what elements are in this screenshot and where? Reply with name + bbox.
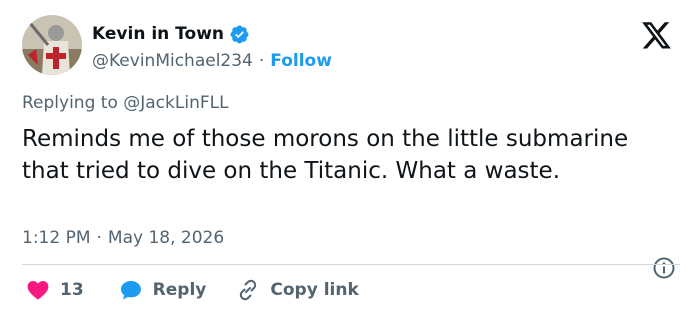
reply-button[interactable]: Reply bbox=[119, 278, 207, 302]
avatar[interactable] bbox=[22, 15, 82, 75]
tweet-card: Kevin in Town @KevinMichael234 · Follow … bbox=[0, 0, 700, 318]
like-button[interactable]: 13 bbox=[26, 278, 84, 302]
divider bbox=[22, 264, 680, 265]
x-logo-icon[interactable] bbox=[642, 22, 672, 50]
verified-badge-icon bbox=[229, 24, 250, 45]
separator-dot: · bbox=[258, 51, 265, 71]
copy-link-button[interactable]: Copy link bbox=[236, 278, 359, 302]
follow-button[interactable]: Follow bbox=[270, 51, 332, 71]
replying-mention-link[interactable]: @JackLinFLL bbox=[123, 93, 228, 113]
avatar-image bbox=[22, 15, 82, 75]
heart-icon bbox=[26, 278, 50, 302]
speech-bubble-icon bbox=[119, 278, 143, 302]
tweet-text: Reminds me of those morons on the little… bbox=[22, 126, 629, 184]
action-bar: 13 Reply Copy link bbox=[26, 278, 359, 302]
reply-label: Reply bbox=[152, 280, 207, 300]
tweet-timestamp[interactable]: 1:12 PM · May 18, 2026 bbox=[22, 228, 224, 248]
author-header: Kevin in Town @KevinMichael234 · Follow bbox=[92, 22, 332, 71]
author-name[interactable]: Kevin in Town bbox=[92, 24, 224, 44]
like-count: 13 bbox=[60, 280, 84, 300]
replying-prefix: Replying to bbox=[22, 93, 124, 113]
info-icon[interactable] bbox=[652, 256, 676, 280]
copy-link-label: Copy link bbox=[270, 280, 359, 300]
tweet-time: 1:12 PM bbox=[22, 228, 91, 248]
link-icon bbox=[236, 278, 260, 302]
author-handle[interactable]: @KevinMichael234 bbox=[92, 51, 253, 71]
replying-to: Replying to @JackLinFLL bbox=[22, 93, 229, 113]
timestamp-separator: · bbox=[96, 228, 102, 248]
tweet-date: May 18, 2026 bbox=[107, 228, 225, 248]
